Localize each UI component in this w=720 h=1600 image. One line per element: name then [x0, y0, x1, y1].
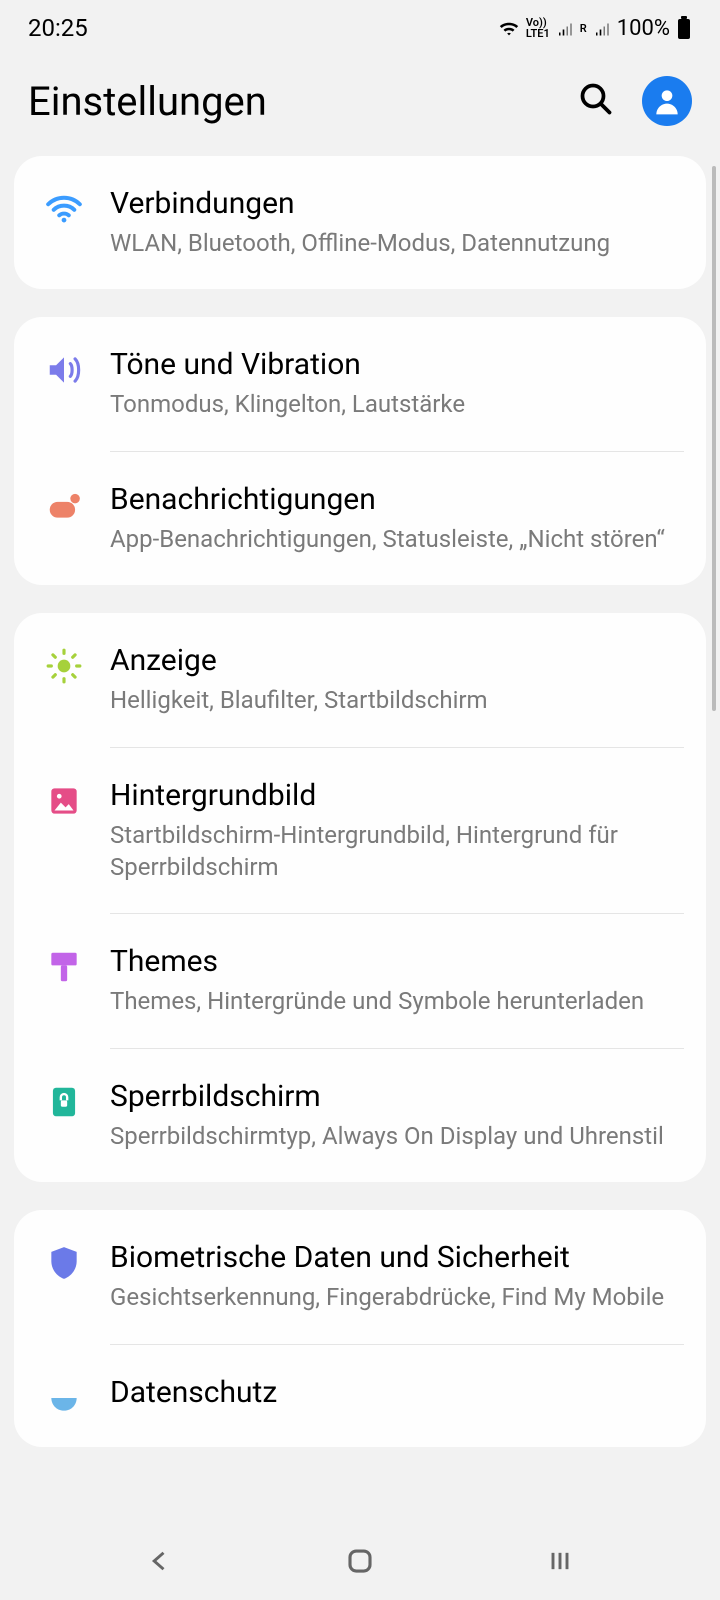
- nav-recents-button[interactable]: [520, 1536, 600, 1586]
- item-title: Benachrichtigungen: [110, 482, 684, 517]
- status-bar: 20:25 Vo))LTE1 R 100%: [0, 0, 720, 56]
- notification-icon: [28, 482, 100, 524]
- settings-item-notifications[interactable]: Benachrichtigungen App-Benachrichtigunge…: [14, 452, 706, 585]
- item-subtitle: Tonmodus, Klingelton, Lautstärke: [110, 388, 684, 420]
- nav-back-button[interactable]: [120, 1536, 200, 1586]
- status-icons: Vo))LTE1 R 100%: [498, 16, 692, 41]
- shield-icon: [28, 1240, 100, 1282]
- item-title: Töne und Vibration: [110, 347, 684, 382]
- signal-r-icon: R: [580, 22, 587, 35]
- item-subtitle: Themes, Hintergründe und Symbole herunte…: [110, 985, 684, 1017]
- settings-item-privacy[interactable]: Datenschutz: [14, 1345, 706, 1447]
- item-title: Hintergrundbild: [110, 778, 684, 813]
- settings-item-biometrics[interactable]: Biometrische Daten und Sicherheit Gesich…: [14, 1210, 706, 1343]
- settings-item-wallpaper[interactable]: Hintergrundbild Startbildschirm-Hintergr…: [14, 748, 706, 914]
- scrollbar[interactable]: [712, 166, 716, 711]
- wifi-status-icon: [498, 17, 520, 39]
- nav-home-button[interactable]: [320, 1536, 400, 1586]
- signal-2-icon: [593, 19, 611, 37]
- lockscreen-icon: [28, 1079, 100, 1121]
- settings-list: Verbindungen WLAN, Bluetooth, Offline-Mo…: [0, 156, 720, 1566]
- sound-icon: [28, 347, 100, 389]
- privacy-icon: [28, 1375, 100, 1417]
- item-subtitle: Sperrbildschirmtyp, Always On Display un…: [110, 1120, 684, 1152]
- item-subtitle: WLAN, Bluetooth, Offline-Modus, Datennut…: [110, 227, 684, 259]
- battery-icon: [676, 16, 692, 40]
- item-subtitle: Gesichtserkennung, Fingerabdrücke, Find …: [110, 1281, 684, 1313]
- header: Einstellungen: [0, 56, 720, 156]
- wifi-icon: [28, 186, 100, 228]
- item-title: Sperrbildschirm: [110, 1079, 684, 1114]
- item-title: Anzeige: [110, 643, 684, 678]
- settings-group: Töne und Vibration Tonmodus, Klingelton,…: [14, 317, 706, 585]
- settings-item-display[interactable]: Anzeige Helligkeit, Blaufilter, Startbil…: [14, 613, 706, 746]
- signal-1-icon: [556, 19, 574, 37]
- settings-item-connections[interactable]: Verbindungen WLAN, Bluetooth, Offline-Mo…: [14, 156, 706, 289]
- item-title: Datenschutz: [110, 1375, 684, 1410]
- volte-status-icon: Vo))LTE1: [526, 17, 550, 39]
- item-title: Themes: [110, 944, 684, 979]
- battery-percent: 100%: [617, 16, 670, 41]
- wallpaper-icon: [28, 778, 100, 820]
- search-button[interactable]: [578, 81, 614, 121]
- item-title: Biometrische Daten und Sicherheit: [110, 1240, 684, 1275]
- display-icon: [28, 643, 100, 685]
- item-subtitle: Helligkeit, Blaufilter, Startbildschirm: [110, 684, 684, 716]
- page-title: Einstellungen: [28, 78, 267, 125]
- settings-item-sound[interactable]: Töne und Vibration Tonmodus, Klingelton,…: [14, 317, 706, 450]
- item-title: Verbindungen: [110, 186, 684, 221]
- settings-group: Anzeige Helligkeit, Blaufilter, Startbil…: [14, 613, 706, 1182]
- settings-item-lockscreen[interactable]: Sperrbildschirm Sperrbildschirmtyp, Alwa…: [14, 1049, 706, 1182]
- item-subtitle: App-Benachrichtigungen, Statusleiste, „N…: [110, 523, 684, 555]
- themes-icon: [28, 944, 100, 986]
- navigation-bar: [0, 1522, 720, 1600]
- item-subtitle: Startbildschirm-Hintergrundbild, Hinterg…: [110, 819, 684, 884]
- settings-item-themes[interactable]: Themes Themes, Hintergründe und Symbole …: [14, 914, 706, 1047]
- status-time: 20:25: [28, 14, 88, 42]
- settings-group: Verbindungen WLAN, Bluetooth, Offline-Mo…: [14, 156, 706, 289]
- profile-button[interactable]: [642, 76, 692, 126]
- settings-group: Biometrische Daten und Sicherheit Gesich…: [14, 1210, 706, 1446]
